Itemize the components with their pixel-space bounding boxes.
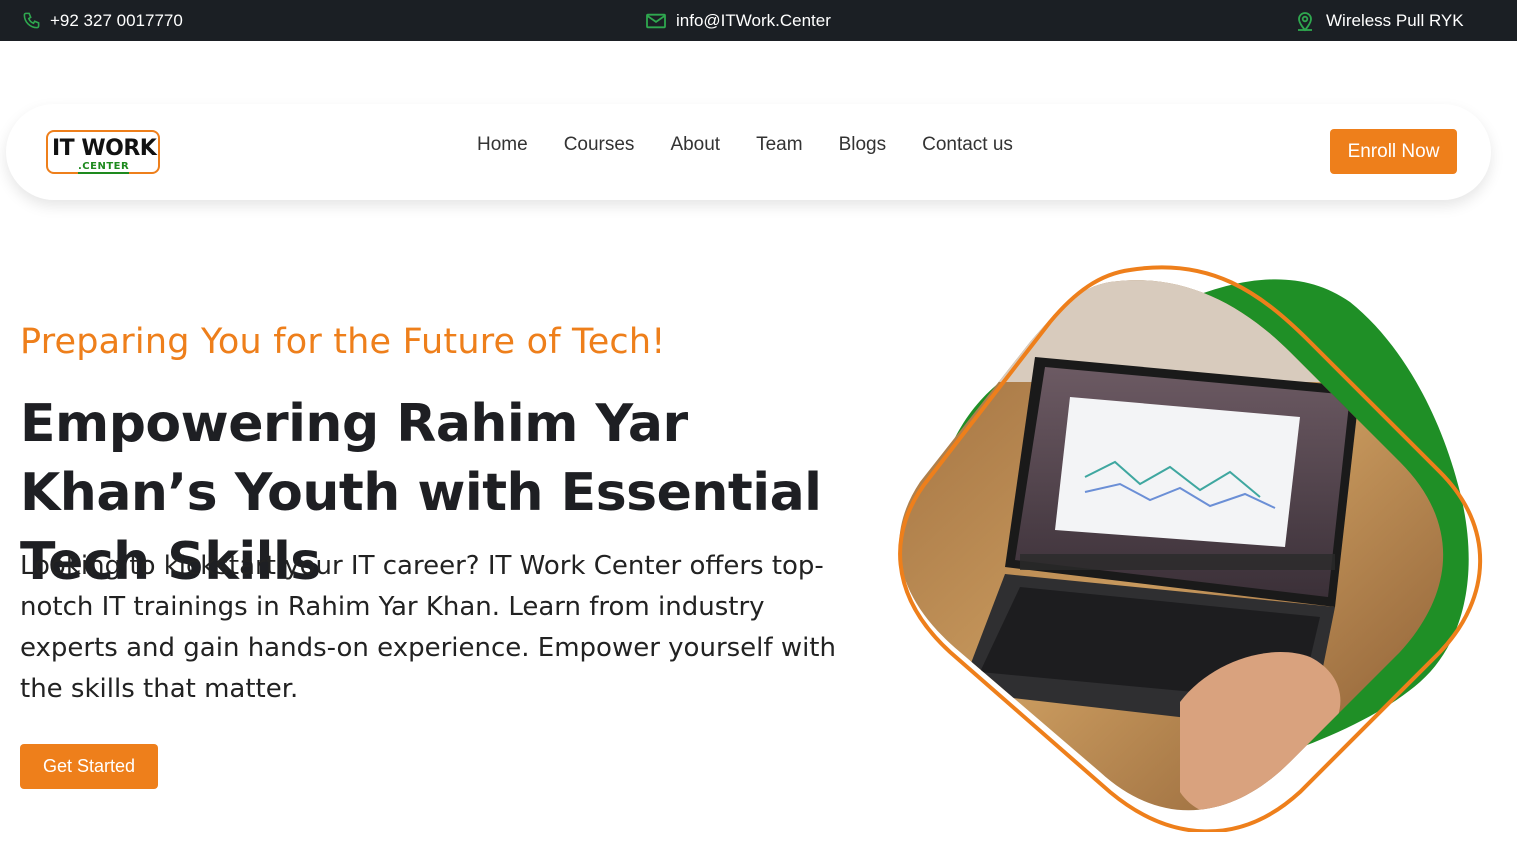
get-started-button[interactable]: Get Started	[20, 744, 158, 789]
mail-icon	[646, 13, 666, 28]
nav-menu: Home Courses About Team Blogs Contact us	[477, 134, 1049, 156]
main-navbar: IT WORK .CENTER Home Courses About Team …	[6, 104, 1491, 200]
phone-icon	[23, 12, 40, 29]
email-contact[interactable]: info@ITWork.Center	[645, 0, 831, 41]
enroll-now-button[interactable]: Enroll Now	[1330, 129, 1457, 174]
nav-contact[interactable]: Contact us	[922, 134, 1013, 156]
nav-team[interactable]: Team	[756, 134, 802, 156]
hero-tagline: Preparing You for the Future of Tech!	[20, 322, 666, 362]
site-logo[interactable]: IT WORK .CENTER	[46, 130, 160, 174]
hero-laptop-image	[898, 265, 1483, 832]
nav-courses[interactable]: Courses	[564, 134, 635, 156]
location-contact[interactable]: Wireless Pull RYK	[1293, 0, 1464, 41]
logo-line2: .CENTER	[78, 161, 130, 174]
logo-line1: IT WORK	[52, 136, 157, 161]
email-text: info@ITWork.Center	[676, 10, 831, 30]
top-contact-bar: +92 327 0017770 info@ITWork.Center Wirel…	[0, 0, 1517, 41]
location-text: Wireless Pull RYK	[1326, 10, 1464, 30]
hero-description: Looking to kickstart your IT career? IT …	[20, 551, 836, 704]
nav-home[interactable]: Home	[477, 134, 528, 156]
phone-text: +92 327 0017770	[50, 10, 183, 30]
nav-about[interactable]: About	[670, 134, 720, 156]
map-pin-icon	[1298, 11, 1312, 31]
nav-blogs[interactable]: Blogs	[839, 134, 887, 156]
laptop-photo	[899, 280, 1444, 811]
phone-contact[interactable]: +92 327 0017770	[22, 0, 183, 41]
